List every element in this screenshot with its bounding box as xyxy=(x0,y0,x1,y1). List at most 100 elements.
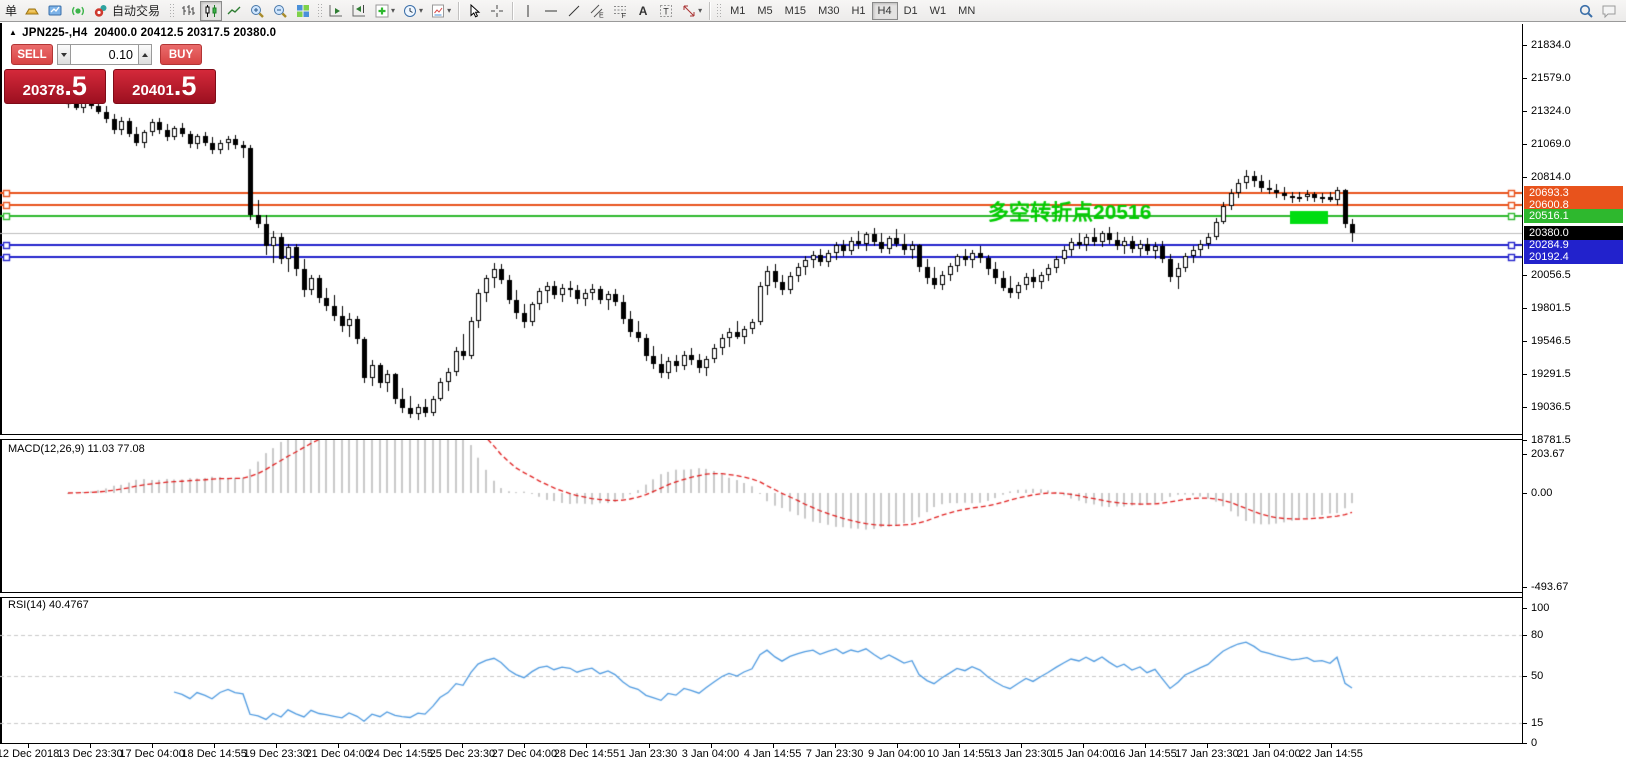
chart-shift-icon[interactable] xyxy=(348,1,370,21)
periods-icon[interactable]: ▾ xyxy=(399,1,426,21)
timeframe-W1[interactable]: W1 xyxy=(924,2,953,20)
rsi-pane-splitter[interactable] xyxy=(0,592,1626,598)
autotrading-button[interactable]: 自动交易 xyxy=(90,1,166,21)
axis-tick-mark xyxy=(1523,111,1527,112)
axis-tick-mark xyxy=(1523,341,1527,343)
timeframe-M30[interactable]: M30 xyxy=(812,2,845,20)
fibonacci-icon[interactable]: F xyxy=(609,1,631,21)
gold-ingot-icon[interactable] xyxy=(21,1,43,21)
candlestick-chart-icon[interactable] xyxy=(200,0,223,21)
buy-price-int: 20401 xyxy=(132,81,174,99)
search-icon[interactable] xyxy=(1575,1,1597,21)
panel-expander-icon[interactable]: ▲ xyxy=(9,28,17,37)
time-label: 10 Jan 14:55 xyxy=(926,748,991,760)
volume-increase-button[interactable] xyxy=(138,44,152,65)
axis-tick-mark xyxy=(1523,374,1527,376)
chart-profile-icon[interactable] xyxy=(44,1,66,21)
axis-tick-label: 21579.0 xyxy=(1531,72,1571,84)
text-label-icon[interactable]: T xyxy=(655,1,677,21)
axis-tick-mark xyxy=(1523,407,1527,409)
axis-tick-mark xyxy=(1523,45,1527,46)
volume-input[interactable] xyxy=(71,44,138,65)
autotrading-label: 自动交易 xyxy=(112,4,161,18)
time-label: 9 Jan 04:00 xyxy=(867,748,926,760)
timeframe-D1[interactable]: D1 xyxy=(898,2,924,20)
arrows-icon[interactable]: ▾ xyxy=(678,1,705,21)
svg-text:T: T xyxy=(663,6,669,16)
volume-decrease-button[interactable] xyxy=(57,44,71,65)
timeframe-H1[interactable]: H1 xyxy=(845,2,871,20)
sell-price-box[interactable]: 20378.5 xyxy=(4,69,106,104)
axis-tick-mark xyxy=(1523,144,1527,145)
zoom-out-icon[interactable] xyxy=(269,1,291,21)
templates-icon[interactable]: ▾ xyxy=(427,1,454,21)
trendline-icon[interactable] xyxy=(563,1,585,21)
svg-text:E: E xyxy=(599,12,604,19)
chevron-down-icon: ▾ xyxy=(419,6,424,15)
auto-scroll-icon[interactable] xyxy=(325,1,347,21)
time-label: 25 Dec 23:30 xyxy=(429,748,496,760)
timeframe-MN[interactable]: MN xyxy=(952,2,981,20)
chevron-down-icon: ▾ xyxy=(698,6,703,15)
cursor-icon[interactable] xyxy=(463,1,485,21)
toolbar-separator xyxy=(512,1,514,20)
time-label: 13 Dec 23:30 xyxy=(57,748,123,760)
timeframe-M5[interactable]: M5 xyxy=(751,2,778,20)
equidistant-channel-icon[interactable]: E xyxy=(586,1,608,21)
vertical-line-icon[interactable] xyxy=(517,1,539,21)
axis-tick-mark xyxy=(1523,440,1527,442)
time-label: 28 Dec 14:55 xyxy=(553,748,620,760)
timeframe-M1[interactable]: M1 xyxy=(724,2,751,20)
axis-tick-label: 15 xyxy=(1531,716,1544,729)
toolbar-separator xyxy=(458,1,460,20)
text-icon[interactable]: A xyxy=(632,1,654,21)
time-label: 21 Jan 04:00 xyxy=(1237,748,1301,760)
axis-tick-mark xyxy=(1523,587,1527,589)
axis-tick-label: 21069.0 xyxy=(1531,138,1571,150)
chart-title: ▲ JPN225-,H4 20400.0 20412.5 20317.5 2038… xyxy=(9,27,276,39)
axis-tick-label: 20056.5 xyxy=(1531,269,1571,282)
bar-chart-icon[interactable] xyxy=(177,1,199,21)
new-order-button[interactable]: 单 xyxy=(2,2,20,19)
time-label: 15 Jan 04:00 xyxy=(1051,748,1115,760)
axis-tick-label: 19291.5 xyxy=(1531,368,1571,381)
axis-tick-label: 0.00 xyxy=(1531,487,1553,499)
macd-indicator-label: MACD(12,26,9) 11.03 77.08 xyxy=(8,443,145,455)
timeframe-H4[interactable]: H4 xyxy=(871,1,898,20)
buy-price-box[interactable]: 20401.5 xyxy=(112,69,216,104)
horizontal-line-icon[interactable] xyxy=(540,1,562,21)
axis-tick-mark xyxy=(1523,308,1527,310)
chat-icon[interactable] xyxy=(1598,1,1620,21)
indicators-icon[interactable]: ▾ xyxy=(371,1,398,21)
sell-button[interactable]: SELL xyxy=(11,44,53,65)
axis-tick-mark xyxy=(1523,177,1527,178)
line-chart-icon[interactable] xyxy=(223,1,245,21)
buy-button[interactable]: BUY xyxy=(160,44,202,65)
macd-pane-splitter[interactable] xyxy=(0,434,1626,440)
price-tag: 20516.1 xyxy=(1524,208,1623,223)
chart-canvas[interactable] xyxy=(0,24,1522,744)
time-label: 7 Jan 23:30 xyxy=(805,748,864,760)
time-axis[interactable]: 12 Dec 2018 13 Dec 23:30 17 Dec 04:00 18 De… xyxy=(0,744,1522,769)
time-label: 12 Dec 2018 xyxy=(0,748,60,760)
axis-tick-mark xyxy=(1523,275,1527,277)
axis-tick-label: 203.67 xyxy=(1531,448,1565,461)
axis-tick-label: 21834.0 xyxy=(1531,39,1571,51)
crosshair-icon[interactable] xyxy=(486,1,508,21)
price-axis[interactable]: 21834.0 21579.0 21324.0 21069.0 20814.0 20056… xyxy=(1522,24,1626,749)
tile-windows-icon[interactable] xyxy=(292,1,314,21)
triangle-down-icon xyxy=(61,52,67,57)
time-label: 22 Jan 14:55 xyxy=(1299,748,1363,760)
axis-tick-label: -493.67 xyxy=(1531,581,1569,594)
axis-tick-label: 19546.5 xyxy=(1531,335,1571,348)
sell-price-frac: .5 xyxy=(64,71,87,101)
axis-tick-label: 19801.5 xyxy=(1531,302,1571,315)
signals-icon[interactable] xyxy=(67,1,89,21)
time-label: 4 Jan 14:55 xyxy=(743,748,802,760)
axis-tick-label: 20814.0 xyxy=(1531,171,1571,183)
time-label: 3 Jan 04:00 xyxy=(681,748,740,760)
zoom-in-icon[interactable] xyxy=(246,1,268,21)
sell-price-int: 20378 xyxy=(22,81,65,99)
time-label: 17 Jan 23:30 xyxy=(1175,748,1239,760)
timeframe-M15[interactable]: M15 xyxy=(779,2,812,20)
